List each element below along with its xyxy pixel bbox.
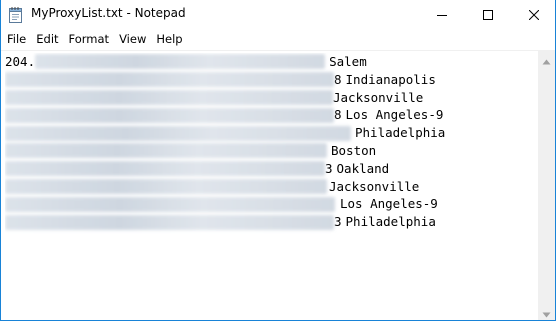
title-bar[interactable]: MyProxyList.txt - Notepad bbox=[1, 0, 555, 30]
redacted-text bbox=[5, 72, 334, 88]
text-line: 204. Salem bbox=[5, 53, 535, 71]
notepad-window: MyProxyList.txt - Notepad File Edit Form… bbox=[0, 0, 556, 321]
redacted-text bbox=[5, 178, 327, 194]
text-line: 3 Philadelphia bbox=[5, 213, 535, 231]
city-name: Oakland bbox=[336, 160, 390, 176]
text-line: Jacksonville bbox=[5, 178, 535, 196]
line-tail: 8 bbox=[334, 107, 342, 123]
menu-help[interactable]: Help bbox=[151, 30, 187, 49]
document-text[interactable]: 204. Salem 8 Indianapolis Jacksonville 8 Lo… bbox=[5, 53, 535, 320]
city-name: Los Angeles-9 bbox=[345, 107, 444, 123]
redacted-text bbox=[35, 54, 326, 70]
city-name: Jacksonville bbox=[329, 178, 420, 194]
vertical-scrollbar[interactable] bbox=[537, 51, 555, 320]
menu-edit[interactable]: Edit bbox=[31, 30, 63, 49]
city-name: Jacksonville bbox=[333, 89, 424, 105]
city-name: Philadelphia bbox=[355, 125, 446, 141]
text-line: Los Angeles-9 bbox=[5, 195, 535, 213]
chevron-down-icon bbox=[542, 303, 551, 320]
text-line: 8 Indianapolis bbox=[5, 71, 535, 89]
line-tail: 3 bbox=[334, 214, 342, 230]
minimize-button[interactable] bbox=[419, 0, 465, 29]
menu-format[interactable]: Format bbox=[64, 30, 115, 49]
line-tail: 3 bbox=[325, 160, 333, 176]
scroll-down-button[interactable] bbox=[538, 303, 555, 320]
menu-view[interactable]: View bbox=[114, 30, 151, 49]
maximize-icon bbox=[483, 9, 493, 20]
maximize-button[interactable] bbox=[465, 0, 511, 29]
redacted-text bbox=[5, 143, 327, 159]
city-name: Salem bbox=[329, 54, 367, 69]
city-name: Los Angeles-9 bbox=[340, 196, 438, 212]
text-line: Philadelphia bbox=[5, 124, 535, 142]
redacted-text bbox=[5, 107, 334, 123]
chevron-up-icon bbox=[542, 50, 551, 69]
menu-file[interactable]: File bbox=[1, 30, 31, 49]
minimize-icon bbox=[437, 10, 447, 20]
redacted-text bbox=[5, 89, 333, 105]
close-button[interactable] bbox=[511, 0, 555, 29]
menu-bar: File Edit Format View Help bbox=[1, 30, 555, 49]
text-line: 3 Oakland bbox=[5, 160, 535, 178]
redacted-text bbox=[5, 161, 325, 177]
text-line: Jacksonville bbox=[5, 89, 535, 107]
city-name: Philadelphia bbox=[345, 214, 436, 230]
notepad-icon[interactable] bbox=[9, 7, 23, 23]
visible-ip-prefix: 204. bbox=[5, 54, 36, 69]
redacted-text bbox=[5, 196, 335, 212]
redacted-text bbox=[5, 125, 351, 141]
text-line: Boston bbox=[5, 142, 535, 160]
text-line: 8 Los Angeles-9 bbox=[5, 106, 535, 124]
scroll-up-button[interactable] bbox=[538, 51, 555, 68]
close-icon bbox=[529, 9, 539, 20]
window-title: MyProxyList.txt - Notepad bbox=[31, 6, 186, 20]
city-name: Boston bbox=[331, 142, 377, 158]
city-name: Indianapolis bbox=[345, 71, 436, 87]
redacted-text bbox=[5, 214, 334, 230]
line-tail: 8 bbox=[334, 71, 342, 87]
text-editor[interactable]: 204. Salem 8 Indianapolis Jacksonville 8 Lo… bbox=[1, 50, 555, 320]
